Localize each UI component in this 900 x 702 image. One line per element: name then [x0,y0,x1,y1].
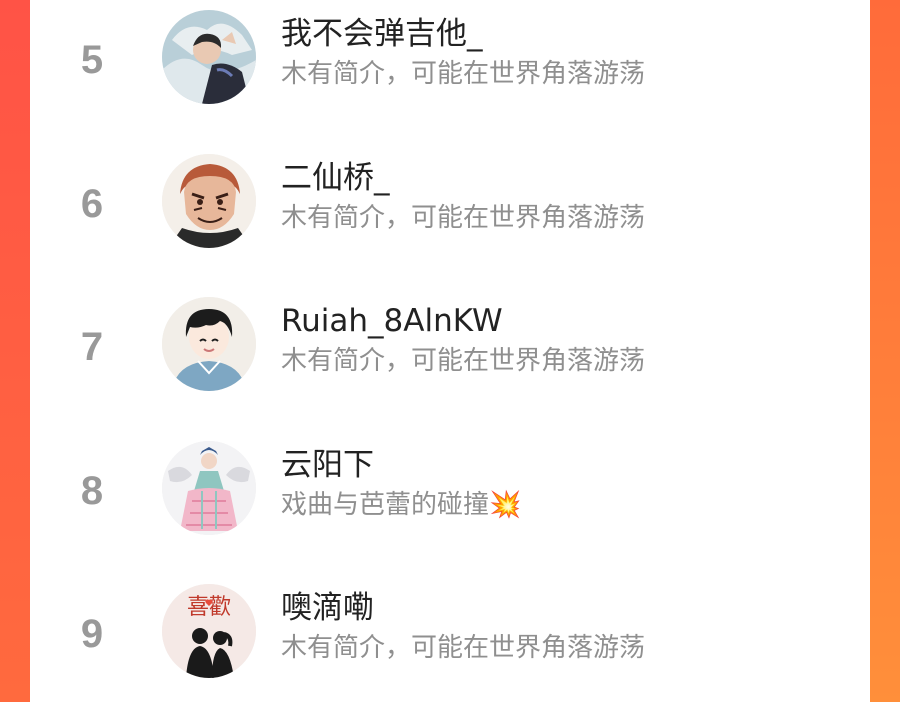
photo-avatar-icon [162,10,256,104]
avatar[interactable] [162,441,256,535]
user-bio: 木有简介，可能在世界角落游荡 [281,633,646,663]
user-bio: 木有简介，可能在世界角落游荡 [281,59,646,89]
avatar[interactable] [162,154,256,248]
list-item[interactable]: 7 Ruiah_8AlnKW 木有简介，可能在世界角落游荡 [30,297,870,393]
couple-silhouette-avatar-icon: 喜歡 [162,584,256,678]
opera-costume-avatar-icon [162,441,256,535]
user-name[interactable]: Ruiah_8AlnKW [281,301,503,341]
list-item[interactable]: 5 我不会弹吉他_ 木有简介，可能在世界角落游荡 [30,10,870,106]
user-bio: 戏曲与芭蕾的碰撞💥 [281,490,522,520]
user-name[interactable]: 云阳下 [281,445,374,485]
list-item[interactable]: 8 云阳下 戏曲与芭蕾的碰撞💥 [30,441,870,537]
user-name[interactable]: 二仙桥_ [281,158,390,198]
user-bio: 木有简介，可能在世界角落游荡 [281,203,646,233]
avatar[interactable] [162,297,256,391]
avatar[interactable]: 喜歡 [162,584,256,678]
rank-number: 6 [80,182,104,226]
avatar[interactable] [162,10,256,104]
user-name[interactable]: 我不会弹吉他_ [281,14,483,54]
leaderboard-card: 5 我不会弹吉他_ 木有简介，可能在世界角落游荡 6 二仙桥_ 木有简介，可能在… [30,0,870,702]
list-item[interactable]: 6 二仙桥_ 木有简介，可能在世界角落游荡 [30,154,870,250]
anime-character-avatar-icon [162,154,256,248]
svg-text:喜歡: 喜歡 [187,595,231,620]
rank-number: 5 [80,38,104,82]
user-name[interactable]: 噢滴嘞 [281,588,374,628]
cartoon-boy-avatar-icon [162,297,256,391]
rank-number: 7 [80,325,104,369]
list-item[interactable]: 9 喜歡 噢滴嘞 木有简介，可能在世界角落游荡 [30,584,870,680]
rank-number: 8 [80,469,104,513]
page-background-left [0,0,30,702]
user-bio: 木有简介，可能在世界角落游荡 [281,346,646,376]
page-background-right [870,0,900,702]
rank-number: 9 [80,612,104,656]
